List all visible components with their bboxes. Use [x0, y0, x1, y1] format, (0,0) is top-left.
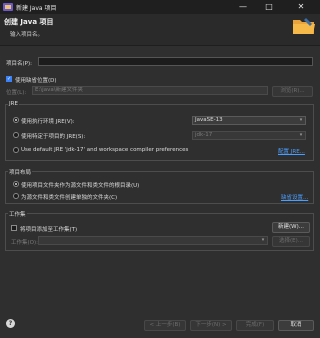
java-project-folder-icon: [293, 18, 315, 34]
new-working-set-button[interactable]: 新建(W)...: [272, 222, 310, 233]
location-label: 位置(L):: [6, 90, 27, 96]
window-title: 新建 Java 项目: [16, 5, 57, 12]
location-input[interactable]: E:\java\新建文件夹: [32, 86, 268, 95]
minimize-button[interactable]: —: [232, 1, 254, 13]
wizard-description: 输入项目名。: [10, 32, 44, 38]
finish-button[interactable]: 完成(F): [236, 320, 274, 331]
single-folder-label: 使用项目文件夹作为源文件和类文件的根目录(U): [21, 183, 140, 189]
working-set-select[interactable]: ▾: [38, 236, 268, 245]
close-window-button[interactable]: ✕: [290, 1, 312, 13]
use-default-location-label: 使用缺省位置(D): [15, 78, 57, 84]
location-value: E:\java\新建文件夹: [35, 87, 84, 93]
help-icon[interactable]: ?: [6, 319, 15, 328]
eclipse-app-icon: [3, 3, 13, 11]
single-folder-radio[interactable]: [13, 181, 19, 187]
project-specific-jre-select[interactable]: jdk-17 ▾: [192, 131, 306, 140]
wizard-title: 创建 Java 项目: [4, 18, 54, 26]
use-default-location-checkbox[interactable]: ✓: [6, 76, 12, 82]
separate-folders-radio[interactable]: [13, 193, 19, 199]
chevron-down-icon: ▾: [299, 132, 303, 138]
project-layout-group-title: 项目布局: [8, 168, 33, 176]
project-name-input[interactable]: [38, 57, 313, 66]
execution-env-select[interactable]: JavaSE-13 ▾: [192, 116, 306, 125]
browse-button[interactable]: 浏览(R)...: [272, 86, 313, 97]
working-set-label: 工作集(O):: [11, 240, 38, 246]
add-to-working-set-label: 将项目添加至工作集(T): [20, 227, 78, 233]
select-working-set-button[interactable]: 选择(E)...: [272, 236, 310, 247]
chevron-down-icon: ▾: [261, 237, 265, 243]
add-to-working-set-checkbox[interactable]: [11, 225, 17, 231]
project-name-label: 项目名(P):: [6, 61, 32, 67]
cancel-button[interactable]: 取消: [278, 320, 314, 331]
next-button[interactable]: 下一步(N) >: [190, 320, 232, 331]
configure-jre-link[interactable]: 配置 JRE...: [278, 147, 305, 155]
default-jre-label: Use default JRE 'jdk-17' and workspace c…: [21, 147, 189, 153]
maximize-button[interactable]: □: [258, 1, 280, 13]
back-button[interactable]: < 上一步(B): [144, 320, 186, 331]
project-specific-jre-radio[interactable]: [13, 132, 19, 138]
execution-env-label: 使用执行环境 JRE(V):: [21, 119, 75, 125]
execution-env-radio[interactable]: [13, 117, 19, 123]
default-jre-radio[interactable]: [13, 147, 19, 153]
layout-default-settings-link[interactable]: 缺省设置...: [281, 193, 308, 201]
project-specific-jre-value: jdk-17: [195, 132, 213, 138]
chevron-down-icon: ▾: [299, 117, 303, 123]
jre-group-title: JRE: [8, 101, 19, 107]
working-set-group-title: 工作集: [8, 210, 27, 218]
execution-env-value: JavaSE-13: [195, 117, 223, 123]
project-specific-jre-label: 使用特定于项目的 JRE(S):: [21, 134, 86, 140]
separate-folders-label: 为源文件和类文件创建单独的文件夹(C): [21, 195, 118, 201]
